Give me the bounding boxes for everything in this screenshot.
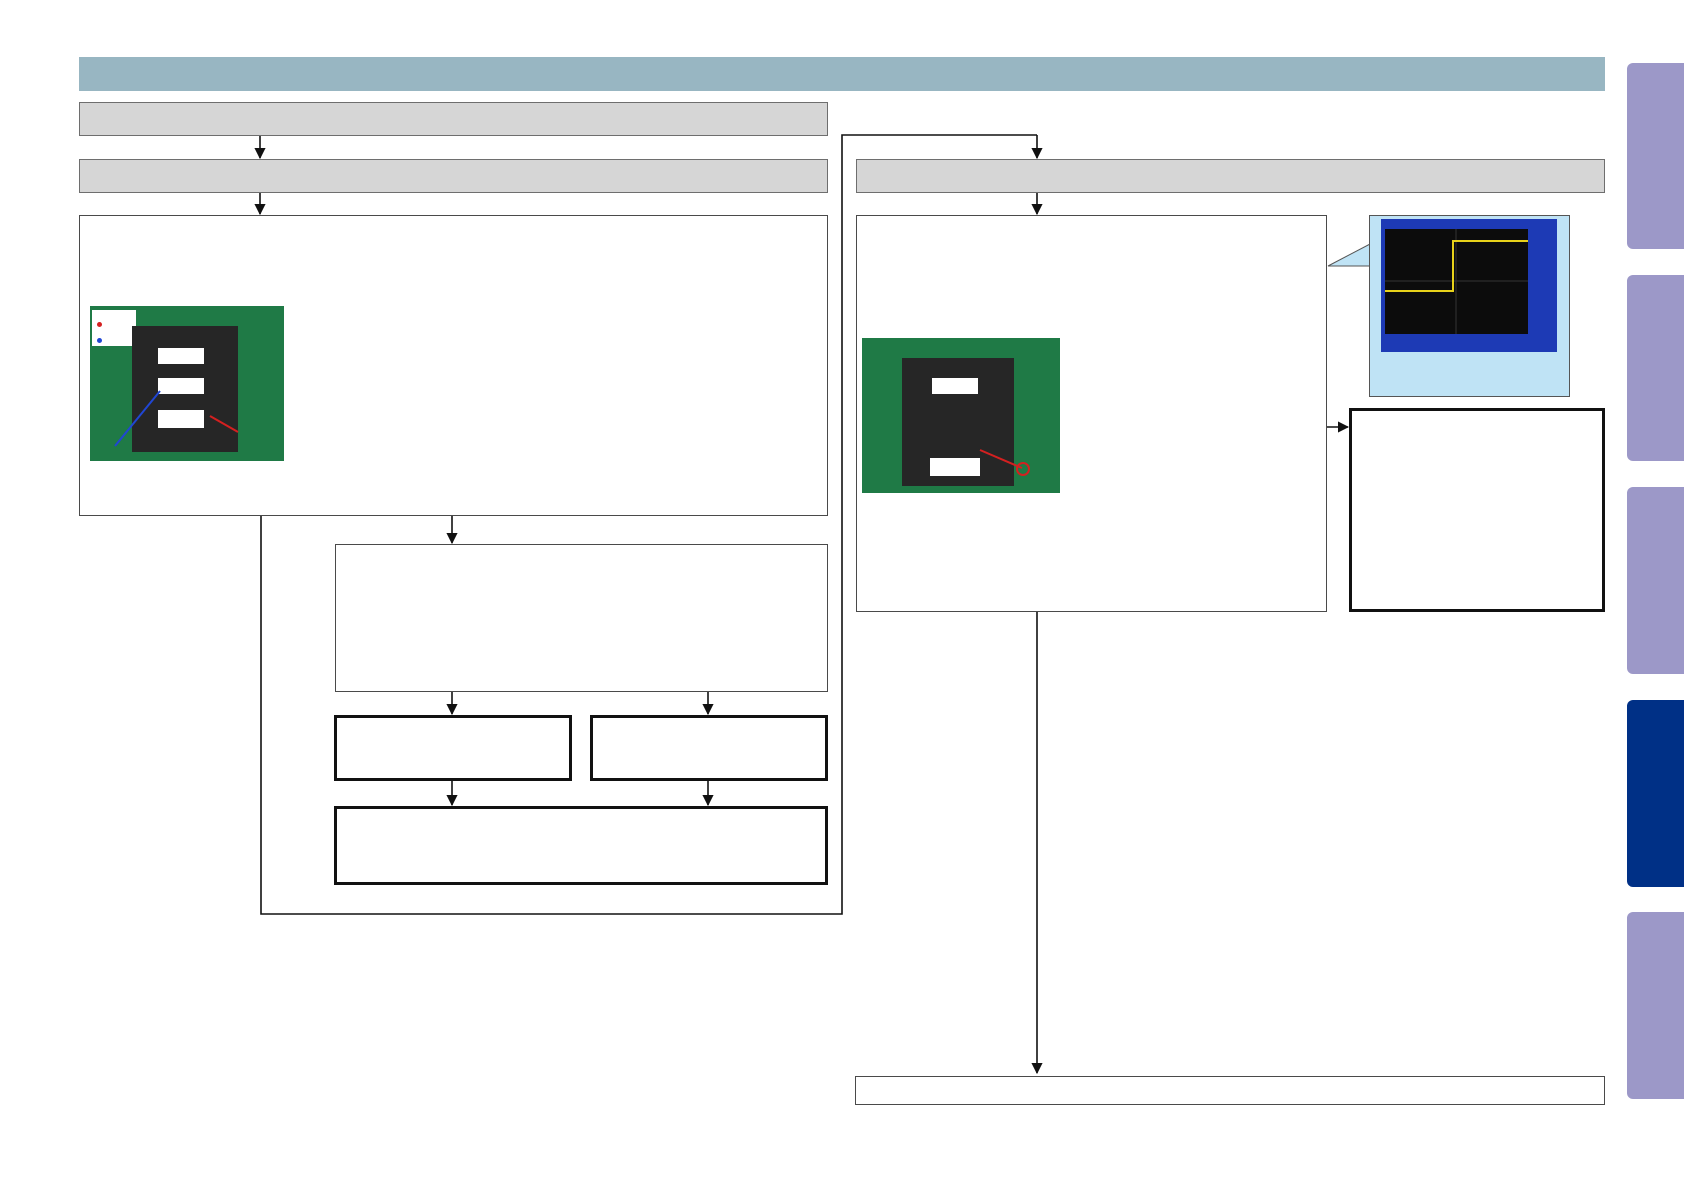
- flow-connectors: [254, 134, 1350, 1075]
- left-loop-line: [260, 134, 1037, 915]
